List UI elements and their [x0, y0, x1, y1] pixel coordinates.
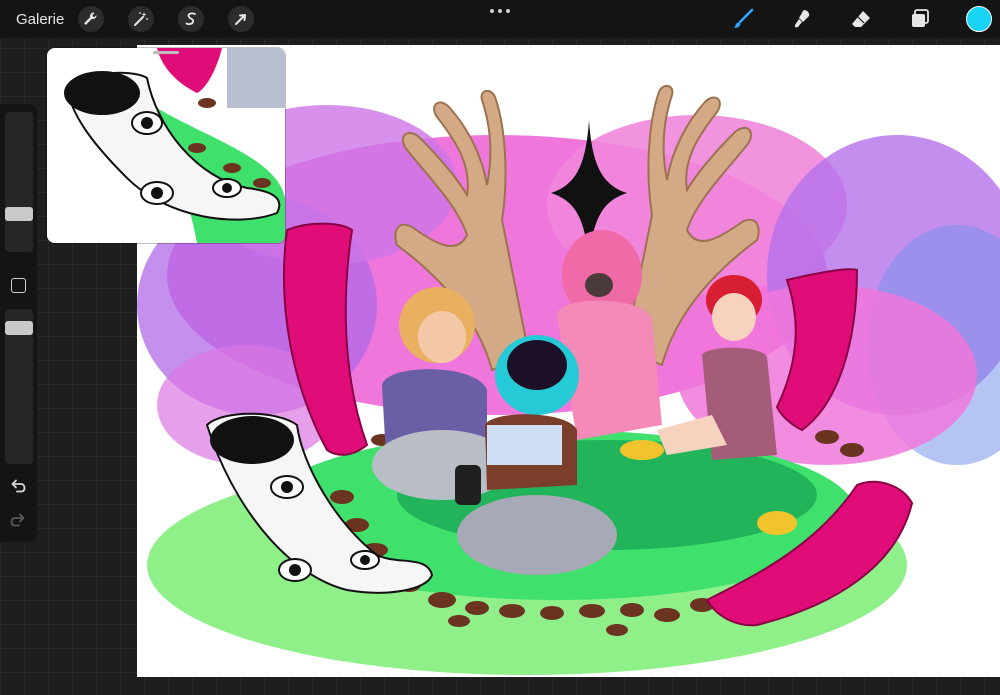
grab-handle[interactable] [153, 51, 179, 54]
arrow-cursor-icon [235, 14, 247, 25]
layers-button[interactable] [907, 6, 933, 32]
right-tools [697, 6, 992, 32]
left-sidebar [0, 104, 37, 542]
selection-s-icon [185, 12, 197, 26]
eraser-icon [852, 11, 870, 27]
redo-icon[interactable] [9, 511, 27, 529]
eraser-tool-button[interactable] [848, 6, 874, 32]
modify-button[interactable] [11, 278, 26, 293]
actions-button[interactable] [78, 6, 105, 32]
ellipsis-icon [490, 9, 494, 13]
reference-image [47, 48, 285, 243]
smudge-icon [794, 10, 810, 28]
brush-icon [734, 8, 754, 28]
brush-tool-button[interactable] [730, 6, 756, 32]
top-toolbar: Galerie [0, 0, 1000, 38]
opacity-handle[interactable] [5, 321, 33, 335]
layers-icon [912, 9, 929, 27]
selection-button[interactable] [178, 6, 205, 32]
wrench-icon [84, 12, 97, 25]
undo-icon[interactable] [9, 477, 27, 495]
transform-button[interactable] [228, 6, 255, 32]
smudge-tool-button[interactable] [789, 6, 815, 32]
color-picker-button[interactable] [966, 6, 992, 32]
brush-size-slider[interactable] [5, 112, 33, 252]
brush-size-handle[interactable] [5, 207, 33, 221]
magic-wand-icon [134, 12, 149, 26]
gallery-button[interactable]: Galerie [16, 11, 64, 28]
adjustments-button[interactable] [128, 6, 155, 32]
reference-window[interactable] [47, 48, 285, 243]
more-options-button[interactable] [490, 9, 510, 15]
